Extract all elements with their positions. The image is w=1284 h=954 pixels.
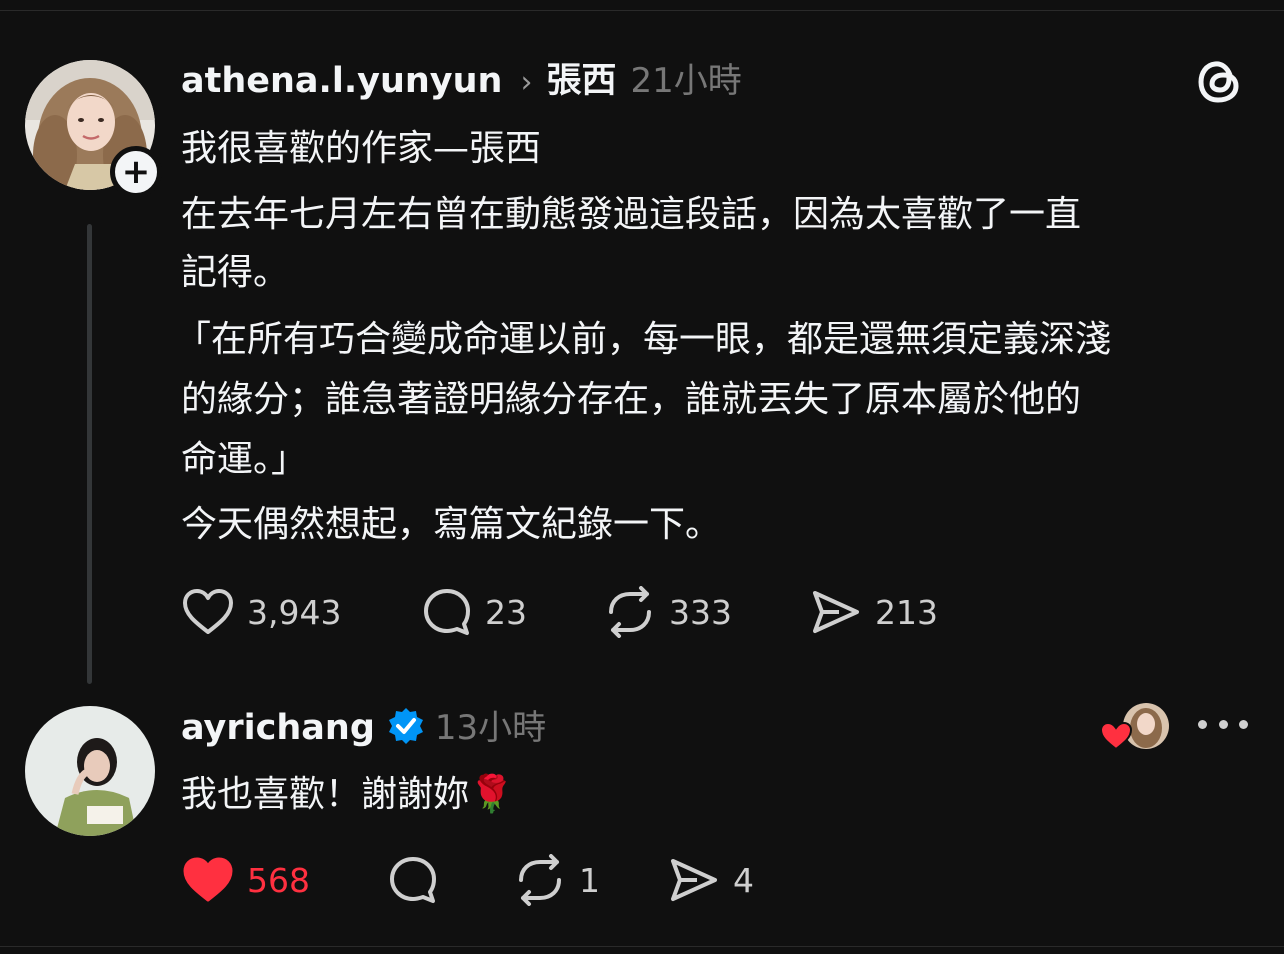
- heart-icon: [183, 589, 233, 634]
- like-button[interactable]: 3,943: [181, 587, 421, 637]
- post-actions: 3,943 23 333 213: [181, 586, 938, 638]
- reply-username[interactable]: ayrichang: [181, 708, 375, 748]
- reply-share-button[interactable]: 4: [667, 855, 754, 905]
- reply-repost-count: 1: [579, 860, 600, 900]
- reply-count: 23: [485, 592, 527, 632]
- repost-icon: [609, 586, 651, 638]
- verified-badge-icon: [388, 708, 423, 744]
- post-header: athena.l.yunyun › 張西 21小時: [181, 52, 742, 103]
- thread-connector-line: [87, 224, 92, 684]
- share-button[interactable]: 213: [809, 587, 938, 637]
- post-line-1: 我很喜歡的作家—張西: [181, 128, 542, 169]
- post-line-7: 今天偶然想起，寫篇文紀錄一下。: [181, 504, 722, 545]
- share-icon: [813, 591, 859, 633]
- post-username[interactable]: athena.l.yunyun: [181, 61, 502, 101]
- post-line-5: 的緣分；誰急著證明緣分存在，誰就丟失了原本屬於他的: [181, 379, 1082, 420]
- reply-author-avatar[interactable]: [25, 706, 155, 836]
- comment-icon: [424, 589, 470, 635]
- post-topic-tag[interactable]: 張西: [546, 52, 616, 103]
- chevron-right-icon: ›: [520, 65, 533, 100]
- reply-button[interactable]: 23: [421, 586, 603, 638]
- reply-text: 我也喜歡！謝謝妳🌹: [181, 774, 514, 815]
- more-icon[interactable]: [1198, 706, 1248, 742]
- follow-plus-button[interactable]: +: [110, 146, 162, 198]
- post-line-6: 命運。」: [181, 439, 308, 480]
- reply-actions: 568 1 4: [181, 854, 754, 906]
- post-timestamp: 21小時: [630, 61, 742, 101]
- reply-like-count: 568: [247, 860, 310, 900]
- repost-button[interactable]: 333: [603, 586, 809, 638]
- reply-repost-button[interactable]: 1: [513, 854, 667, 906]
- reply-timestamp: 13小時: [434, 708, 547, 748]
- repost-icon: [519, 854, 561, 906]
- repost-count: 333: [669, 592, 732, 632]
- comment-icon: [390, 857, 436, 903]
- liked-by-author-indicator: [1099, 702, 1172, 754]
- post-line-2: 在去年七月左右曾在動態發過這段話，因為太喜歡了一直: [181, 194, 1082, 235]
- post-line-4: 「在所有巧合變成命運以前，每一眼，都是還無須定義深淺: [175, 319, 1112, 360]
- reply-header: ayrichang 13小時: [181, 700, 546, 749]
- share-icon: [671, 859, 717, 901]
- share-count: 213: [875, 592, 938, 632]
- heart-icon: [183, 857, 233, 902]
- reply-like-button[interactable]: 568: [181, 855, 387, 905]
- like-count: 3,943: [247, 592, 342, 632]
- post-line-3: 記得。: [181, 252, 290, 293]
- top-border: [0, 0, 1284, 11]
- reply-share-count: 4: [733, 860, 754, 900]
- threads-logo[interactable]: [1196, 55, 1244, 107]
- reply-comment-button[interactable]: [387, 854, 513, 906]
- bottom-divider: [0, 946, 1284, 947]
